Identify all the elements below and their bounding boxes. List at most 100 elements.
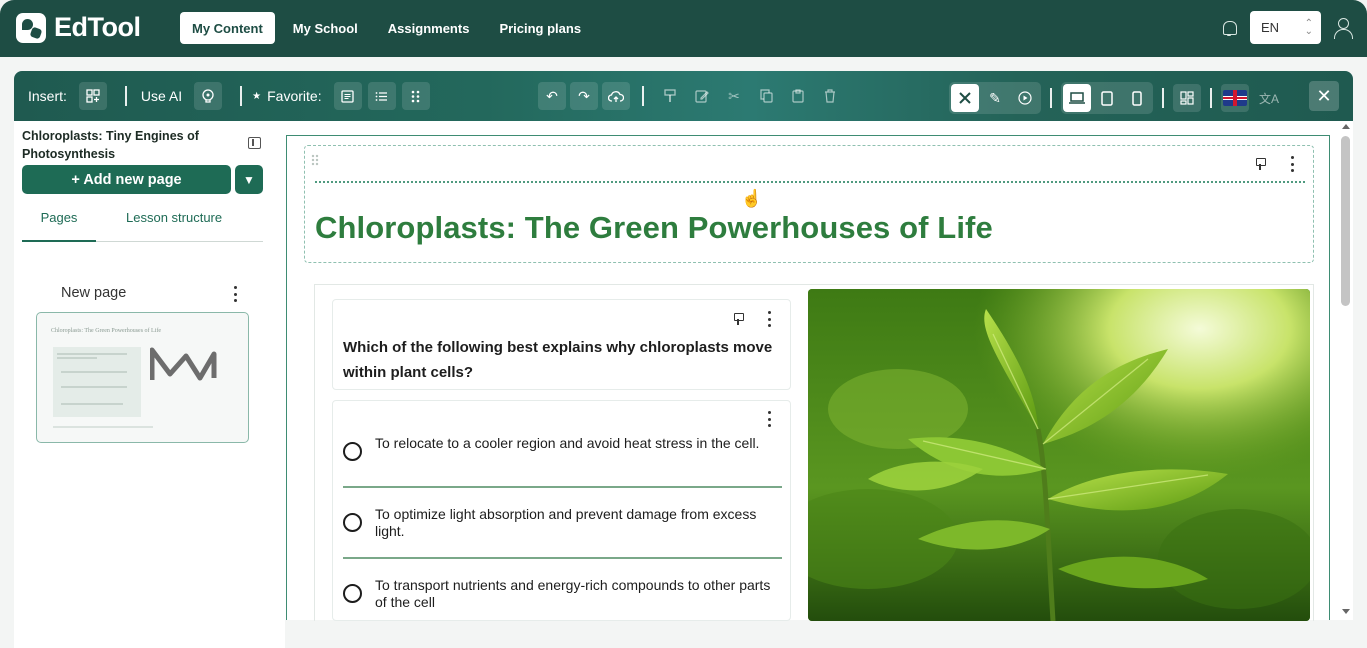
- undo-button[interactable]: ↶: [538, 82, 566, 110]
- edit-icon: [695, 90, 709, 103]
- options-kebab-icon[interactable]: [767, 411, 771, 427]
- question-block[interactable]: Which of the following best explains why…: [332, 299, 791, 390]
- tab-pages[interactable]: Pages: [22, 209, 96, 242]
- nav-my-content[interactable]: My Content: [180, 12, 275, 44]
- favorite-more-button[interactable]: [401, 82, 430, 110]
- page-canvas: ☝ Chloroplasts: The Green Powerhouses of…: [286, 135, 1330, 621]
- delete-button[interactable]: [816, 82, 844, 110]
- undo-icon: ↶: [546, 87, 558, 104]
- chevron-down-icon: ▼: [243, 172, 255, 187]
- redo-button[interactable]: ↷: [570, 82, 598, 110]
- device-switch: [1061, 82, 1153, 114]
- answer-option[interactable]: To optimize light absorption and prevent…: [343, 502, 782, 572]
- page-heading[interactable]: Chloroplasts: The Green Powerhouses of L…: [315, 210, 993, 246]
- language-select[interactable]: EN ⌃ ⌄: [1250, 11, 1321, 44]
- use-ai-button[interactable]: [194, 82, 223, 110]
- notifications-bell-icon[interactable]: [1220, 19, 1238, 37]
- copy-icon: [759, 89, 773, 103]
- favorite-list-button[interactable]: [367, 82, 396, 110]
- grip-dots-icon: [411, 90, 420, 102]
- laptop-icon: [1069, 91, 1085, 104]
- pen-mode-button[interactable]: ✎: [981, 84, 1009, 112]
- radio-button[interactable]: [343, 584, 362, 603]
- tea-leaves-photo: [808, 289, 1310, 621]
- nav-pricing-plans[interactable]: Pricing plans: [487, 12, 593, 44]
- nav-my-school[interactable]: My School: [281, 12, 370, 44]
- scroll-up-arrow-icon[interactable]: [1342, 124, 1350, 129]
- question-text[interactable]: Which of the following best explains why…: [343, 335, 773, 385]
- hand-cursor-icon: ☝: [741, 189, 763, 208]
- grid-add-icon: [86, 89, 100, 103]
- format-painter-icon[interactable]: [1255, 158, 1266, 170]
- redo-icon: ↷: [578, 87, 590, 104]
- thumbnail-line: [61, 386, 127, 388]
- app-name: EdTool: [54, 12, 141, 42]
- copy-button[interactable]: [752, 82, 780, 110]
- favorite-star-icon: ★: [252, 90, 262, 102]
- question-options-kebab-icon[interactable]: [767, 311, 771, 327]
- scroll-thumb[interactable]: [1341, 136, 1350, 306]
- desktop-view-button[interactable]: [1063, 84, 1091, 112]
- language-flag-button[interactable]: [1221, 84, 1249, 112]
- trash-icon: [825, 89, 835, 103]
- insert-group: Insert: Use AI ★ Favorite:: [28, 82, 430, 110]
- nav-right: EN ⌃ ⌄: [1220, 11, 1353, 44]
- layout-button[interactable]: [1173, 84, 1201, 112]
- answer-options-block[interactable]: To relocate to a cooler region and avoid…: [332, 400, 791, 621]
- page-options-kebab-icon[interactable]: [233, 286, 237, 302]
- tablet-view-button[interactable]: [1093, 84, 1121, 112]
- close-icon: ✕: [1316, 85, 1332, 106]
- close-editor-button[interactable]: ✕: [1309, 81, 1339, 111]
- image-placeholder-icon: [150, 347, 217, 381]
- clipboard-icon: [792, 89, 804, 103]
- thumbnail-line: [57, 353, 127, 355]
- nav-assignments[interactable]: Assignments: [376, 12, 482, 44]
- answer-option[interactable]: To relocate to a cooler region and avoid…: [343, 431, 782, 501]
- save-cloud-button[interactable]: [602, 82, 630, 110]
- thumbnail-line: [61, 371, 127, 373]
- add-page-dropdown-button[interactable]: ▼: [235, 165, 263, 194]
- radio-button[interactable]: [343, 442, 362, 461]
- toolbar-divider: [1210, 88, 1212, 108]
- user-account-icon[interactable]: [1333, 17, 1353, 39]
- text-block-icon: [341, 89, 354, 103]
- preview-mode-button[interactable]: [1011, 84, 1039, 112]
- add-new-page-button[interactable]: + Add new page: [22, 165, 231, 194]
- cut-button[interactable]: ✂: [720, 82, 748, 110]
- thumbnail-title: Chloroplasts: The Green Powerhouses of L…: [51, 328, 162, 334]
- thumbnail-line: [61, 403, 123, 405]
- answer-option[interactable]: To transport nutrients and energy-rich c…: [343, 573, 782, 643]
- layout-grid-icon: [1180, 91, 1194, 105]
- mobile-view-button[interactable]: [1123, 84, 1151, 112]
- design-mode-button[interactable]: [951, 84, 979, 112]
- plant-leaves-image[interactable]: [808, 289, 1310, 621]
- tab-lesson-structure[interactable]: Lesson structure: [126, 209, 222, 242]
- language-value: EN: [1261, 20, 1280, 35]
- insert-block-button[interactable]: [78, 82, 107, 110]
- use-ai-label: Use AI: [140, 88, 183, 104]
- scissors-icon: ✂: [728, 87, 740, 104]
- collapse-sidebar-icon[interactable]: [248, 137, 261, 149]
- page-thumbnail[interactable]: Chloroplasts: The Green Powerhouses of L…: [36, 312, 249, 443]
- format-painter-button[interactable]: [656, 82, 684, 110]
- option-divider: [343, 557, 782, 559]
- scroll-down-arrow-icon[interactable]: [1342, 609, 1350, 614]
- radio-button[interactable]: [343, 513, 362, 532]
- translate-button[interactable]: 文A: [1255, 84, 1283, 112]
- editor-scrollbar[interactable]: [1338, 121, 1353, 620]
- heading-block[interactable]: ☝ Chloroplasts: The Green Powerhouses of…: [304, 145, 1314, 263]
- logo[interactable]: EdTool: [16, 12, 141, 43]
- favorite-text-button[interactable]: [333, 82, 362, 110]
- option-divider: [343, 486, 782, 488]
- sidebar-tabs: Pages Lesson structure: [22, 209, 263, 242]
- edit-button[interactable]: [688, 82, 716, 110]
- format-painter-icon[interactable]: [733, 313, 744, 325]
- toolbar-divider: [642, 86, 644, 106]
- format-painter-icon: [664, 89, 676, 102]
- pages-sidebar: Chloroplasts: Tiny Engines of Photosynth…: [14, 121, 285, 648]
- page-item-label[interactable]: New page: [61, 285, 126, 301]
- block-options-kebab-icon[interactable]: [1290, 156, 1294, 172]
- paste-button[interactable]: [784, 82, 812, 110]
- tools-icon: [959, 92, 971, 104]
- drag-handle-icon[interactable]: [311, 154, 319, 166]
